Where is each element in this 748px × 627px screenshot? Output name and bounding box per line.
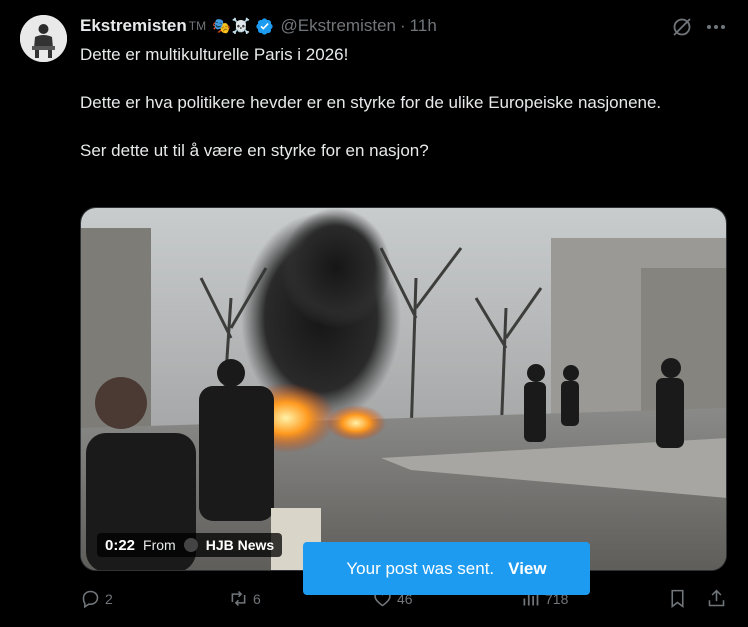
theater-masks-emoji: 🎭 [212, 17, 231, 35]
video-from-label: From [143, 537, 176, 553]
toast-view-link[interactable]: View [508, 559, 546, 579]
video-source[interactable]: HJB News [206, 537, 274, 553]
display-name[interactable]: Ekstremisten [80, 16, 187, 36]
grok-icon[interactable] [670, 15, 694, 39]
post-line: Dette er multikulturelle Paris i 2026! [80, 45, 349, 64]
repost-button[interactable]: 6 [228, 588, 261, 609]
share-button[interactable] [706, 588, 731, 609]
author-handle[interactable]: @Ekstremisten [280, 16, 396, 36]
reply-count: 2 [105, 590, 113, 607]
video-badge: 0:22 From HJB News [97, 533, 283, 557]
share-icon [708, 589, 725, 607]
repost-icon [231, 590, 246, 607]
video-duration: 0:22 [105, 536, 136, 554]
post-header: Ekstremisten TM 🎭 ☠️ @Ekstremisten · 11h [80, 14, 437, 38]
source-avatar-icon [183, 538, 198, 552]
post-line: Dette er hva politikere hevder er en sty… [80, 93, 662, 112]
separator: · [400, 16, 406, 35]
video-player[interactable] [80, 207, 727, 571]
reply-button[interactable]: 2 [80, 588, 113, 609]
post-timestamp[interactable]: 11h [410, 16, 437, 36]
bookmark-icon [671, 589, 684, 608]
post-text: Dette er multikulturelle Paris i 2026! D… [80, 43, 720, 163]
verified-badge-icon[interactable] [255, 17, 274, 36]
reply-icon [82, 590, 99, 609]
skull-crossbones-emoji: ☠️ [231, 17, 251, 35]
more-icon[interactable] [702, 15, 730, 39]
post-sent-toast: Your post was sent. View [303, 542, 590, 595]
toast-message: Your post was sent. [346, 558, 495, 578]
avatar[interactable] [20, 15, 67, 62]
repost-count: 6 [253, 590, 261, 607]
post-line: Ser dette ut til å være en styrke for en… [80, 141, 429, 160]
bookmark-button[interactable] [667, 588, 692, 609]
trademark-label: TM [188, 19, 207, 33]
